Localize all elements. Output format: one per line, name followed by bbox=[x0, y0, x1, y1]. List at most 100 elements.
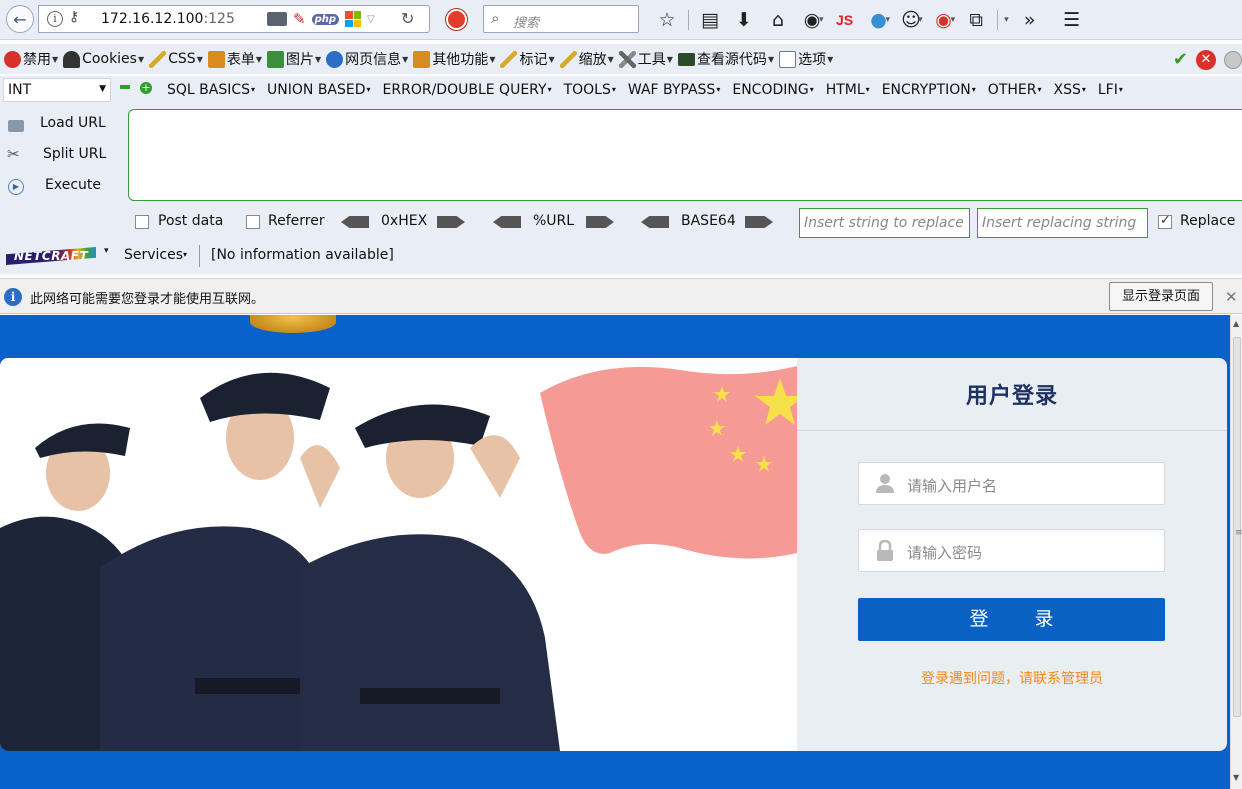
status-dot-icon[interactable] bbox=[1224, 50, 1242, 69]
hackbar-type-select[interactable]: INT ▼ bbox=[3, 78, 111, 102]
login-page: 用户登录 请输入用户名 请输入密码 登 录 登录遇到问题，请联系管理员 bbox=[0, 315, 1230, 789]
netcraft-info-text: [No information available] bbox=[211, 247, 394, 263]
hex-decode-arrow-icon[interactable] bbox=[341, 216, 369, 228]
netcraft-dropdown-icon[interactable]: ▾ bbox=[104, 246, 109, 256]
php-icon[interactable]: php bbox=[311, 13, 340, 25]
replace-search-input[interactable]: Insert string to replace bbox=[799, 208, 970, 238]
netcraft-logo[interactable]: NETCRAFT bbox=[6, 247, 96, 265]
reading-list-icon[interactable]: ▤ bbox=[693, 9, 727, 31]
back-button[interactable]: ← bbox=[6, 5, 34, 33]
site-info-icon[interactable]: i bbox=[47, 11, 63, 27]
toolbar-resize-menu[interactable]: 缩放 ▼ bbox=[559, 49, 614, 69]
toolbar-misc-menu[interactable]: 其他功能 ▼ bbox=[413, 49, 495, 69]
key-icon[interactable]: ⚷ bbox=[69, 9, 79, 25]
home-icon[interactable]: ⌂ bbox=[761, 9, 795, 31]
disable-icon bbox=[4, 50, 21, 68]
search-bar[interactable]: ⌕ 搜索 bbox=[483, 5, 639, 33]
toolbar-options-menu[interactable]: 选项 ▼ bbox=[779, 49, 833, 69]
menu-xss[interactable]: XSS bbox=[1053, 82, 1085, 98]
error-x-icon[interactable]: ✕ bbox=[1196, 49, 1216, 70]
scroll-up-icon[interactable]: ▲ bbox=[1233, 319, 1239, 328]
overflow-chevron-icon[interactable]: » bbox=[1013, 9, 1047, 31]
download-icon[interactable]: ⬇ bbox=[727, 9, 761, 31]
contact-admin-link[interactable]: 登录遇到问题，请联系管理员 bbox=[797, 668, 1227, 688]
post-data-checkbox[interactable] bbox=[135, 215, 149, 229]
replace-checkbox[interactable] bbox=[1158, 213, 1172, 229]
menu-sql-basics[interactable]: SQL BASICS bbox=[167, 82, 255, 98]
validation-check-icon[interactable]: ✔ bbox=[1173, 49, 1188, 70]
hex-label: 0xHEX bbox=[381, 213, 428, 229]
menu-error-double-query[interactable]: ERROR/DOUBLE QUERY bbox=[383, 82, 552, 98]
windows-icon[interactable] bbox=[345, 11, 362, 27]
extension-globe-icon[interactable]: ● bbox=[862, 9, 896, 31]
toolbar-tools-menu[interactable]: 工具 ▼ bbox=[618, 49, 673, 69]
replace-with-input[interactable]: Insert replacing string bbox=[977, 208, 1148, 238]
menu-encryption[interactable]: ENCRYPTION bbox=[882, 82, 976, 98]
login-button[interactable]: 登 录 bbox=[858, 598, 1165, 641]
url-decode-arrow-icon[interactable] bbox=[493, 216, 521, 228]
url-bar[interactable]: i ⚷ 172.16.12.100:125 ✎ php ▽ ↻ bbox=[38, 5, 430, 33]
form-icon bbox=[207, 50, 225, 68]
url-text[interactable]: 172.16.12.100:125 bbox=[101, 11, 235, 27]
referrer-checkbox[interactable] bbox=[246, 215, 260, 229]
officers-and-flag-illustration bbox=[0, 366, 797, 751]
password-input[interactable]: 请输入密码 bbox=[858, 529, 1165, 572]
vertical-scrollbar[interactable]: ▲ ≡ ▼ bbox=[1230, 315, 1242, 789]
menu-encoding[interactable]: ENCODING bbox=[732, 82, 813, 98]
scroll-down-icon[interactable]: ▼ bbox=[1233, 773, 1239, 782]
post-data-label: Post data bbox=[158, 213, 224, 229]
increment-icon[interactable]: + bbox=[140, 82, 152, 94]
hackbar-menu: SQL BASICS UNION BASED ERROR/DOUBLE QUER… bbox=[167, 82, 1135, 98]
notification-text: 此网络可能需要您登录才能使用互联网。 bbox=[30, 292, 265, 307]
show-login-page-button[interactable]: 显示登录页面 bbox=[1109, 282, 1213, 311]
source-icon bbox=[677, 52, 695, 66]
menu-tools[interactable]: TOOLS bbox=[564, 82, 616, 98]
services-menu[interactable]: Services▾ bbox=[124, 247, 187, 263]
decrement-icon[interactable] bbox=[120, 85, 130, 89]
menu-html[interactable]: HTML bbox=[826, 82, 870, 98]
base64-encode-arrow-icon[interactable] bbox=[745, 216, 773, 228]
toolbar-forms-menu[interactable]: 表单 ▼ bbox=[207, 49, 262, 69]
pen-icon[interactable]: ✎ bbox=[293, 10, 306, 28]
dropdown-icon[interactable]: ▽ bbox=[367, 14, 375, 25]
username-placeholder: 请输入用户名 bbox=[907, 477, 998, 495]
toolbar-outline-menu[interactable]: 标记 ▼ bbox=[500, 49, 555, 69]
url-encode-arrow-icon[interactable] bbox=[586, 216, 614, 228]
block-icon[interactable] bbox=[446, 9, 467, 30]
referrer-label: Referrer bbox=[268, 213, 325, 229]
toolbar-images-menu[interactable]: 图片 ▼ bbox=[267, 49, 321, 69]
bookmark-star-icon[interactable]: ☆ bbox=[650, 9, 684, 31]
resize-icon bbox=[559, 50, 577, 68]
toolbar-info-menu[interactable]: 网页信息 ▼ bbox=[326, 49, 408, 69]
menu-other[interactable]: OTHER bbox=[988, 82, 1042, 98]
navigation-bar: ← i ⚷ 172.16.12.100:125 ✎ php ▽ ↻ ⌕ 搜索 ☆… bbox=[0, 0, 1242, 40]
scroll-thumb[interactable]: ≡ bbox=[1233, 337, 1242, 717]
menu-hamburger-icon[interactable]: ☰ bbox=[1055, 9, 1089, 31]
toolbar-view-source-menu[interactable]: 查看源代码 ▼ bbox=[677, 49, 774, 69]
toolbar-disable-menu[interactable]: 禁用 ▼ bbox=[4, 49, 58, 69]
load-url-button[interactable]: Load URL bbox=[0, 110, 128, 141]
menu-union-based[interactable]: UNION BASED bbox=[267, 82, 371, 98]
reload-icon[interactable]: ↻ bbox=[401, 9, 414, 28]
toolbar-css-menu[interactable]: CSS ▼ bbox=[149, 50, 203, 68]
url-textarea[interactable] bbox=[128, 109, 1242, 201]
other-icon bbox=[413, 50, 431, 68]
split-url-button[interactable]: ✂ Split URL bbox=[0, 141, 128, 172]
url-encode-label: %URL bbox=[533, 213, 575, 229]
drive-icon[interactable] bbox=[267, 12, 287, 26]
hex-encode-arrow-icon[interactable] bbox=[437, 216, 465, 228]
menu-waf-bypass[interactable]: WAF BYPASS bbox=[628, 82, 720, 98]
base64-decode-arrow-icon[interactable] bbox=[641, 216, 669, 228]
execute-button[interactable]: ▶ Execute bbox=[0, 172, 128, 203]
image-icon bbox=[267, 50, 284, 68]
menu-lfi[interactable]: LFI bbox=[1098, 82, 1123, 98]
js-toggle-icon[interactable]: JS bbox=[828, 12, 862, 28]
css-pencil-icon bbox=[149, 50, 167, 68]
share-icon[interactable]: ⧉ bbox=[959, 9, 993, 31]
back-arrow-icon: ← bbox=[13, 9, 27, 29]
shield-red-icon[interactable]: ◉ bbox=[927, 9, 961, 31]
toolbar-cookies-menu[interactable]: Cookies ▼ bbox=[63, 50, 144, 68]
username-input[interactable]: 请输入用户名 bbox=[858, 462, 1165, 505]
close-icon[interactable]: ✕ bbox=[1225, 288, 1238, 306]
cookie-person-icon bbox=[63, 50, 81, 68]
